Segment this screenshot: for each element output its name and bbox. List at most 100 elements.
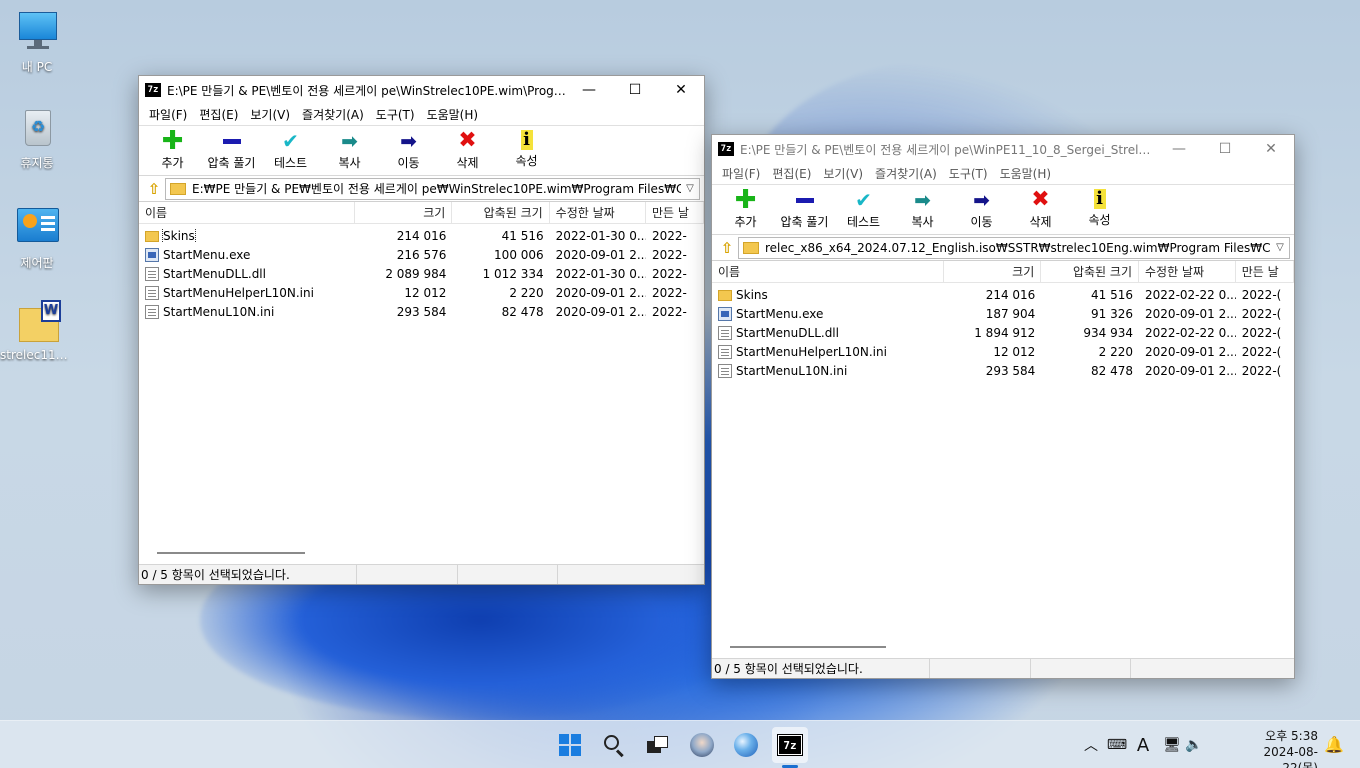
- extract-button[interactable]: 압축 풀기: [775, 185, 834, 233]
- minimize-button[interactable]: —: [1156, 135, 1202, 163]
- menu-file[interactable]: 파일(F): [716, 165, 766, 182]
- title-bar[interactable]: 7z E:\PE 만들기 & PE\벤토이 전용 세르게이 pe\WinPE11…: [712, 135, 1294, 163]
- column-modified[interactable]: 수정한 날짜: [550, 202, 646, 223]
- test-button[interactable]: ✔ 테스트: [261, 126, 320, 174]
- column-size[interactable]: 크기: [944, 261, 1042, 282]
- file-modified: 2022-01-30 0...: [555, 228, 646, 243]
- menu-edit[interactable]: 편집(E): [193, 106, 244, 123]
- menu-edit[interactable]: 편집(E): [766, 165, 817, 182]
- 7zip-window-2[interactable]: 7z E:\PE 만들기 & PE\벤토이 전용 세르게이 pe\WinPE11…: [711, 134, 1295, 679]
- desktop-icon-this-pc[interactable]: 내 PC: [0, 10, 74, 75]
- close-button[interactable]: ✕: [1248, 135, 1294, 163]
- menu-view[interactable]: 보기(V): [817, 165, 869, 182]
- add-button[interactable]: ✚ 추가: [143, 126, 202, 174]
- scrollbar-thumb[interactable]: [157, 552, 305, 554]
- path-input[interactable]: E:₩PE 만들기 & PE₩벤토이 전용 세르게이 pe₩WinStrelec…: [165, 177, 700, 200]
- path-input[interactable]: relec_x86_x64_2024.07.12_English.iso₩SST…: [738, 236, 1290, 259]
- ime-indicator[interactable]: A: [1132, 735, 1154, 756]
- move-button[interactable]: ➡ 이동: [952, 185, 1011, 233]
- 7zip-window-1[interactable]: 7z E:\PE 만들기 & PE\벤토이 전용 세르게이 pe\WinStre…: [138, 75, 705, 585]
- minimize-button[interactable]: —: [566, 76, 612, 104]
- list-item[interactable]: StartMenuL10N.ini 293 584 82 478 2020-09…: [712, 361, 1294, 380]
- list-item[interactable]: StartMenuHelperL10N.ini 12 012 2 220 202…: [139, 283, 704, 302]
- file-packed-size: 82 478: [1091, 363, 1134, 378]
- menu-help[interactable]: 도움말(H): [994, 165, 1058, 182]
- column-name[interactable]: 이름: [712, 261, 944, 282]
- delete-button[interactable]: ✖ 삭제: [438, 126, 497, 174]
- file-modified: 2020-09-01 2...: [1145, 344, 1236, 359]
- keyboard-icon[interactable]: ⌨: [1102, 737, 1132, 753]
- list-item[interactable]: StartMenu.exe 187 904 91 326 2020-09-01 …: [712, 304, 1294, 323]
- list-item[interactable]: StartMenuDLL.dll 2 089 984 1 012 334 202…: [139, 264, 704, 283]
- file-packed-size: 82 478: [501, 304, 544, 319]
- copy-button[interactable]: ➡ 복사: [893, 185, 952, 233]
- menu-tools[interactable]: 도구(T): [370, 106, 421, 123]
- menu-tools[interactable]: 도구(T): [943, 165, 994, 182]
- list-item[interactable]: StartMenuL10N.ini 293 584 82 478 2020-09…: [139, 302, 704, 321]
- test-button[interactable]: ✔ 테스트: [834, 185, 893, 233]
- copy-button[interactable]: ➡ 복사: [320, 126, 379, 174]
- column-size[interactable]: 크기: [355, 202, 453, 223]
- move-button[interactable]: ➡ 이동: [379, 126, 438, 174]
- menu-help[interactable]: 도움말(H): [421, 106, 485, 123]
- title-bar[interactable]: 7z E:\PE 만들기 & PE\벤토이 전용 세르게이 pe\WinStre…: [139, 76, 704, 104]
- list-item[interactable]: StartMenu.exe 216 576 100 006 2020-09-01…: [139, 245, 704, 264]
- menu-favorites[interactable]: 즐겨찾기(A): [869, 165, 943, 182]
- file-packed-size: 41 516: [501, 228, 544, 243]
- list-item[interactable]: StartMenuDLL.dll 1 894 912 934 934 2022-…: [712, 323, 1294, 342]
- notification-bell-icon[interactable]: 🔔: [1324, 735, 1344, 754]
- start-button[interactable]: [552, 727, 588, 763]
- file-name: StartMenu.exe: [736, 306, 824, 321]
- desktop-icon-control-panel[interactable]: 제어판: [0, 206, 74, 271]
- desktop-icon-recycle-bin[interactable]: ♻ 휴지통: [0, 106, 74, 171]
- list-item[interactable]: Skins 214 016 41 516 2022-01-30 0... 202…: [139, 226, 704, 245]
- chevron-down-icon[interactable]: ▽: [1271, 242, 1289, 253]
- add-button[interactable]: ✚ 추가: [716, 185, 775, 233]
- network-icon[interactable]: 🖥: [1160, 737, 1184, 753]
- copy-label: 복사: [338, 156, 361, 170]
- list-item[interactable]: StartMenuHelperL10N.ini 12 012 2 220 202…: [712, 342, 1294, 361]
- extract-button[interactable]: 압축 풀기: [202, 126, 261, 174]
- menu-file[interactable]: 파일(F): [143, 106, 193, 123]
- add-label: 추가: [161, 156, 184, 170]
- column-created[interactable]: 만든 날: [1236, 261, 1294, 282]
- column-created[interactable]: 만든 날: [646, 202, 704, 223]
- volume-icon[interactable]: 🔈: [1184, 737, 1204, 753]
- menu-favorites[interactable]: 즐겨찾기(A): [296, 106, 370, 123]
- chevron-up-icon[interactable]: ︿: [1080, 735, 1102, 755]
- column-modified[interactable]: 수정한 날짜: [1139, 261, 1236, 282]
- taskbar-app-avatar[interactable]: [684, 727, 720, 763]
- maximize-button[interactable]: ☐: [1202, 135, 1248, 163]
- file-modified: 2020-09-01 2...: [1145, 306, 1236, 321]
- horizontal-scrollbar[interactable]: [712, 642, 1294, 652]
- maximize-button[interactable]: ☐: [612, 76, 658, 104]
- taskbar-app-browser[interactable]: [728, 727, 764, 763]
- file-size: 2 089 984: [385, 266, 447, 281]
- column-name[interactable]: 이름: [139, 202, 356, 223]
- scrollbar-thumb[interactable]: [730, 646, 886, 648]
- file-name: StartMenuL10N.ini: [163, 304, 275, 319]
- status-cell: [357, 565, 458, 584]
- delete-button[interactable]: ✖ 삭제: [1011, 185, 1070, 233]
- properties-button[interactable]: i 속성: [497, 126, 556, 174]
- up-folder-icon[interactable]: ⇧: [716, 238, 738, 258]
- list-item[interactable]: Skins 214 016 41 516 2022-02-22 0... 202…: [712, 285, 1294, 304]
- taskbar-app-7zip[interactable]: 7z: [772, 727, 808, 763]
- properties-button[interactable]: i 속성: [1070, 185, 1129, 233]
- file-created: 2022-(: [1241, 306, 1282, 321]
- task-view-button[interactable]: [640, 727, 676, 763]
- close-button[interactable]: ✕: [658, 76, 704, 104]
- column-packed-size[interactable]: 압축된 크기: [1041, 261, 1139, 282]
- status-text: 0 / 5 항목이 선택되었습니다.: [139, 565, 357, 584]
- up-folder-icon[interactable]: ⇧: [143, 179, 165, 199]
- desktop-icon-wim-file[interactable]: W strelec11x...: [0, 300, 74, 362]
- desktop-icon-label: 휴지통: [20, 156, 54, 170]
- clock[interactable]: 오후 5:38 2024-08-22(목): [1228, 728, 1318, 768]
- horizontal-scrollbar[interactable]: [139, 548, 704, 558]
- menu-view[interactable]: 보기(V): [244, 106, 296, 123]
- chevron-down-icon[interactable]: ▽: [681, 183, 699, 194]
- window-title: E:\PE 만들기 & PE\벤토이 전용 세르게이 pe\WinPE11_10…: [740, 142, 1156, 157]
- column-packed-size[interactable]: 압축된 크기: [452, 202, 550, 223]
- search-button[interactable]: [596, 727, 632, 763]
- file-modified: 2020-09-01 2...: [555, 304, 646, 319]
